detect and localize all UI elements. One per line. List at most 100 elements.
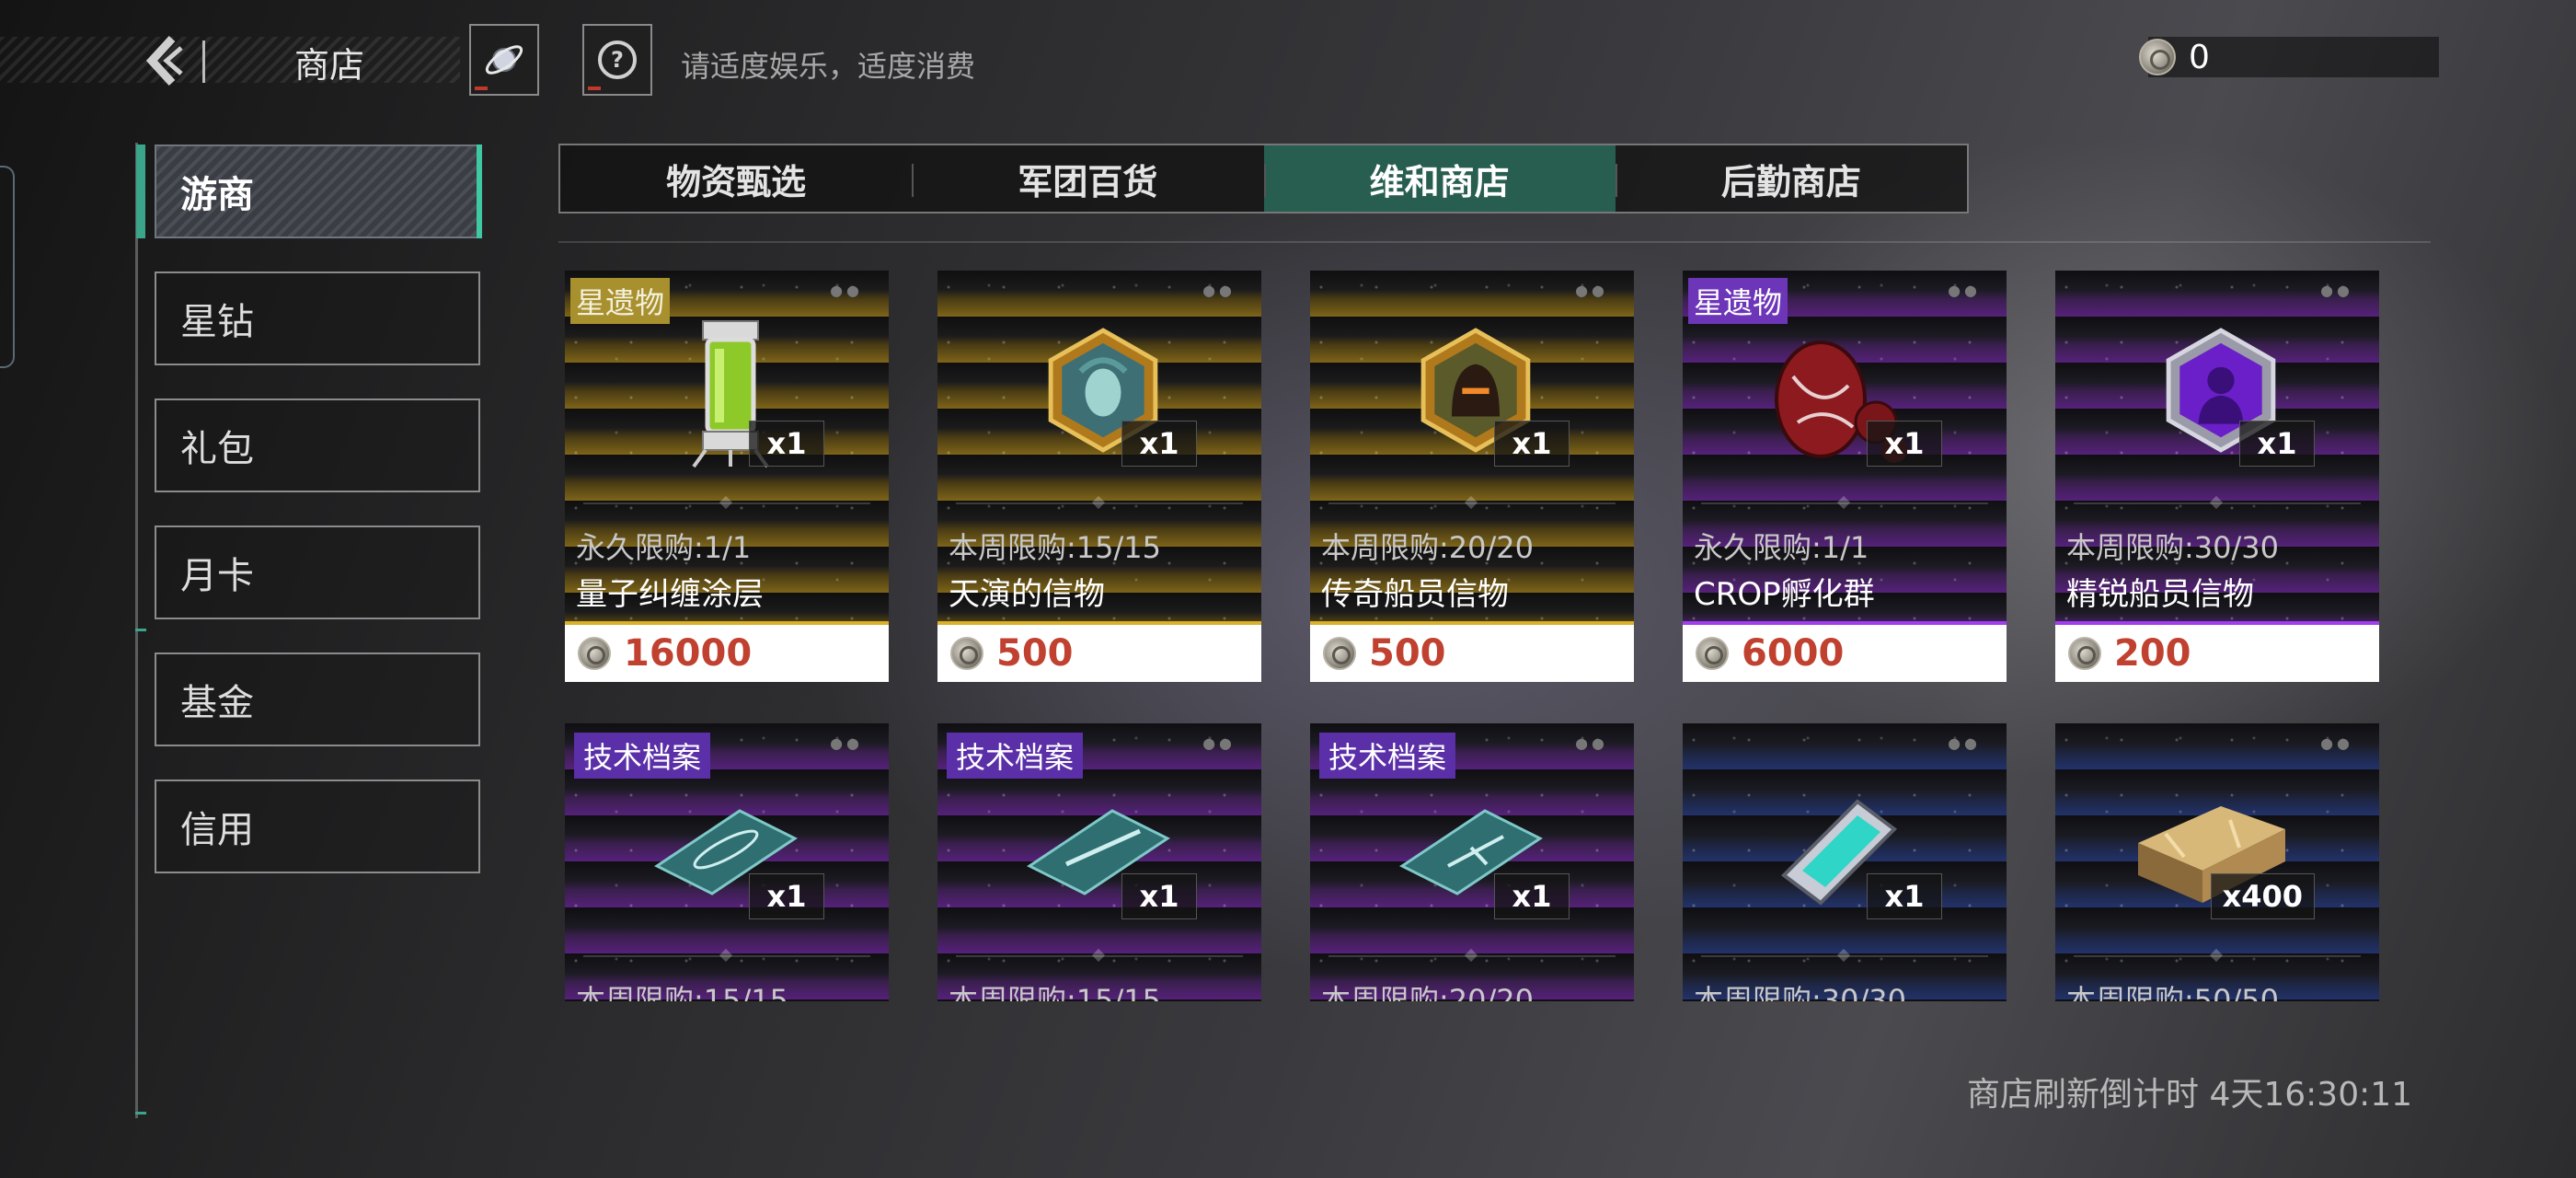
quantity-badge: x1: [1867, 873, 1942, 919]
planet-icon: [485, 45, 523, 75]
card-dots-decoration: ●●: [2320, 282, 2353, 299]
divider: [583, 955, 870, 957]
sidebar-item-yueka[interactable]: 月卡: [155, 525, 480, 619]
buy-button[interactable]: 6000: [1683, 625, 2007, 682]
card-dots-decoration: ●●: [2320, 734, 2353, 752]
item-name: CROP孵化群: [1694, 576, 1875, 613]
price: 500: [1369, 632, 1446, 675]
quantity-badge: x1: [749, 873, 824, 919]
buy-button[interactable]: 500: [937, 625, 1261, 682]
refresh-countdown: 商店刷新倒计时 4天16:30:11: [1967, 1076, 2413, 1114]
purchase-limit: 本周限购:15/15: [949, 983, 1162, 1001]
card-dots-decoration: ●●: [1948, 282, 1981, 299]
price: 500: [996, 632, 1074, 675]
card-dots-decoration: ●●: [1948, 734, 1981, 752]
shop-item-card[interactable]: ●● 技术档案 x1 本周限购:15/15: [937, 723, 1261, 1001]
purchase-limit: 本周限购:50/50: [2066, 983, 2280, 1001]
tab-juntuan[interactable]: 军团百货: [912, 145, 1263, 212]
sidebar-item-label: 星钻: [180, 301, 254, 343]
sidebar-item-label: 基金: [180, 682, 254, 724]
card-dots-decoration: ●●: [1575, 282, 1608, 299]
divider: [1328, 502, 1616, 504]
purchase-limit: 本周限购:20/20: [1321, 983, 1535, 1001]
sidebar-item-jijin[interactable]: 基金: [155, 653, 480, 746]
card-tag: 星遗物: [570, 278, 671, 324]
purchase-limit: 永久限购:1/1: [576, 530, 752, 565]
back-button[interactable]: [138, 33, 193, 88]
sidebar-item-xingzuan[interactable]: 星钻: [155, 271, 480, 365]
nav-rail-mark: [135, 629, 146, 631]
coin-icon: [2068, 637, 2101, 670]
shop-item-card[interactable]: ●● 技术档案 x1 本周限购:20/20: [1310, 723, 1634, 1001]
sidebar-item-label: 信用: [180, 809, 254, 851]
tab-weihe[interactable]: 维和商店: [1263, 145, 1616, 212]
currency-value: 0: [2189, 38, 2210, 76]
divider: [583, 502, 870, 504]
collapsed-panel-handle[interactable]: [0, 166, 15, 368]
sidebar-item-youshang[interactable]: 游商: [136, 144, 482, 238]
divider: [956, 955, 1243, 957]
item-name: 量子纠缠涂层: [576, 576, 764, 613]
shop-item-card[interactable]: ●● 星遗物 x1 永久限购:1/1 CROP孵化群 6000: [1683, 271, 2007, 685]
item-name: 天演的信物: [949, 576, 1105, 613]
shop-item-card[interactable]: ●● x1 本周限购:15/15 天演的信物 500: [937, 271, 1261, 685]
quantity-badge: x1: [1121, 873, 1197, 919]
currency-display: 0: [2139, 37, 2439, 77]
back-arrow-icon: [145, 35, 183, 87]
purchase-limit: 本周限购:30/30: [1694, 983, 1907, 1001]
header-stripe-decoration: [0, 37, 460, 83]
coin-icon: [1323, 637, 1356, 670]
quantity-badge: x1: [2239, 421, 2315, 467]
divider: [202, 40, 205, 83]
item-name: 精锐船员信物: [2066, 576, 2254, 613]
purchase-limit: 本周限购:20/20: [1321, 530, 1535, 565]
quantity-badge: x1: [1121, 421, 1197, 467]
buy-button[interactable]: 500: [1310, 625, 1634, 682]
coin-icon: [1696, 637, 1729, 670]
sidebar-item-label: 月卡: [180, 555, 254, 597]
sidebar-item-xinyong[interactable]: 信用: [155, 780, 480, 873]
sidebar-item-label: 礼包: [180, 428, 254, 470]
divider: [1701, 955, 1988, 957]
tab-houqin[interactable]: 后勤商店: [1615, 145, 1967, 212]
shop-tabs: 物资甄选 军团百货 维和商店 后勤商店: [558, 144, 1969, 214]
coin-icon: [578, 637, 611, 670]
quantity-badge: x400: [2210, 873, 2315, 919]
shop-item-card[interactable]: ●● x1 本周限购:30/30: [1683, 723, 2007, 1001]
purchase-limit: 本周限购:15/15: [576, 983, 789, 1001]
sidebar-item-label: 游商: [180, 174, 254, 216]
card-dots-decoration: ●●: [1202, 282, 1236, 299]
shop-item-card[interactable]: ●● x1 本周限购:30/30 精锐船员信物 200: [2055, 271, 2379, 685]
card-dots-decoration: ●●: [830, 734, 863, 752]
sidebar: 游商 星钻 礼包 月卡 基金 信用: [136, 144, 482, 907]
top-bar: 商店 ? 请适度娱乐，适度消费 0: [0, 0, 2576, 120]
quantity-badge: x1: [1867, 421, 1942, 467]
tab-wuzi[interactable]: 物资甄选: [560, 145, 912, 212]
purchase-limit: 本周限购:15/15: [949, 530, 1162, 565]
divider: [2074, 955, 2361, 957]
shop-item-card[interactable]: ●● x1 本周限购:20/20 传奇船员信物 500: [1310, 271, 1634, 685]
purchase-limit: 本周限购:30/30: [2066, 530, 2280, 565]
price: 200: [2114, 632, 2191, 675]
buy-button[interactable]: 16000: [565, 625, 889, 682]
quantity-badge: x1: [1494, 873, 1570, 919]
shop-item-card[interactable]: ●● 技术档案 x1 本周限购:15/15: [565, 723, 889, 1001]
price: 6000: [1742, 632, 1845, 675]
purchase-limit: 永久限购:1/1: [1694, 530, 1869, 565]
buy-button[interactable]: 200: [2055, 625, 2379, 682]
divider: [1328, 955, 1616, 957]
question-icon: ?: [598, 40, 637, 79]
divider: [2074, 502, 2361, 504]
coin-icon: [950, 637, 983, 670]
item-name: 传奇船员信物: [1321, 576, 1509, 613]
page-title: 商店: [294, 45, 365, 86]
divider: [1701, 502, 1988, 504]
planet-button[interactable]: [469, 24, 539, 96]
shop-item-card[interactable]: ●● 星遗物 x1 永久限购:1/1 量子纠缠涂层 16000: [565, 271, 889, 685]
shop-item-card[interactable]: ●● x400 本周限购:50/50: [2055, 723, 2379, 1001]
quantity-badge: x1: [1494, 421, 1570, 467]
moderation-tip: 请适度娱乐，适度消费: [681, 49, 976, 84]
item-grid: ●● 星遗物 x1 永久限购:1/1 量子纠缠涂层 16000 ●● x1 本周…: [563, 269, 2403, 1001]
sidebar-item-libao[interactable]: 礼包: [155, 398, 480, 492]
help-button[interactable]: ?: [582, 24, 652, 96]
